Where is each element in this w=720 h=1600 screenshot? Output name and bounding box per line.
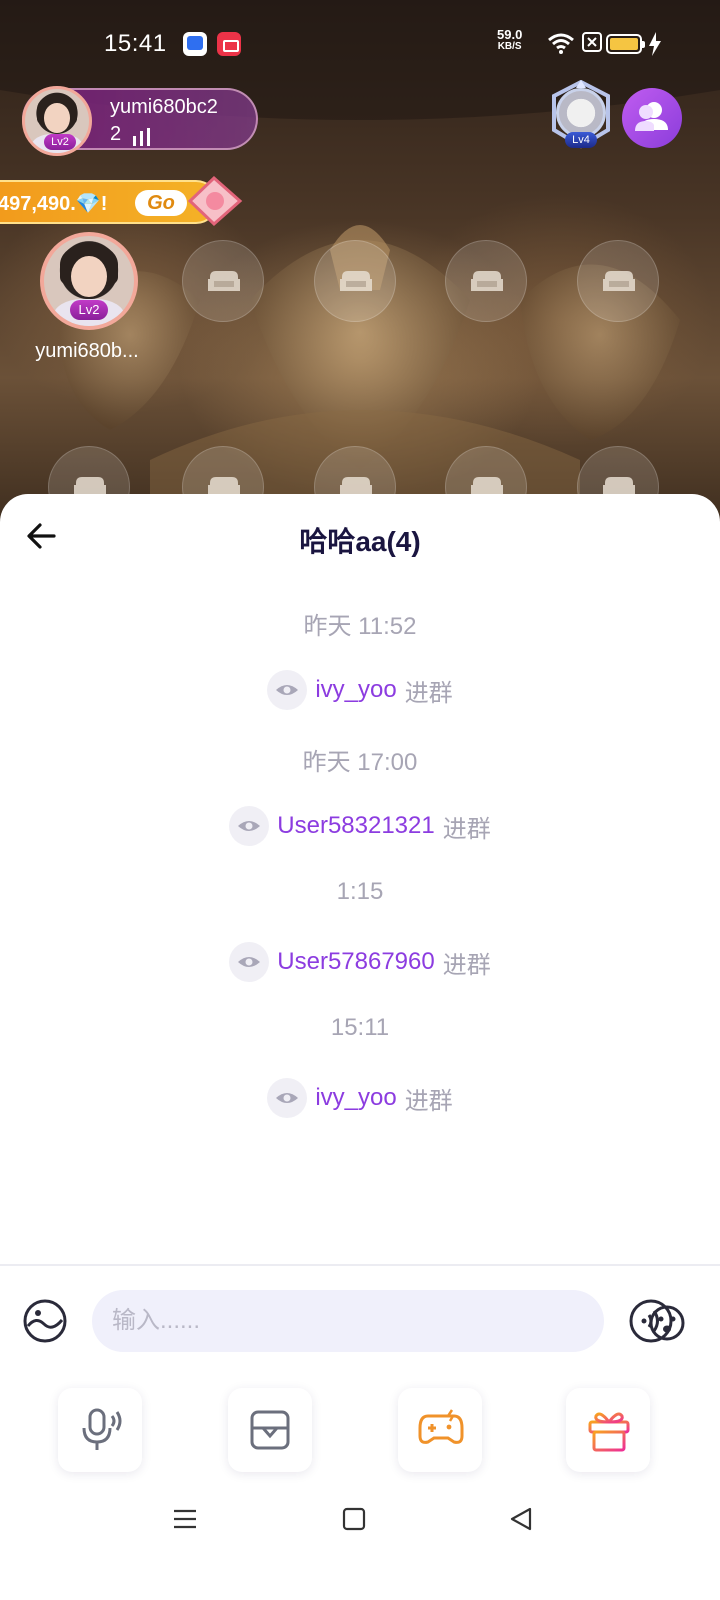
seat-user-name: yumi680b...	[35, 340, 139, 362]
message-timestamp: 1:15	[336, 878, 384, 905]
eye-icon	[229, 942, 270, 982]
battery-icon	[606, 34, 645, 54]
wing-decoration-icon	[187, 175, 243, 227]
charging-icon	[649, 32, 661, 56]
game-controller-icon	[418, 1409, 464, 1444]
network-speed: 59.0 KB/S	[497, 27, 523, 53]
message-input-row	[0, 1290, 720, 1352]
join-user-name[interactable]: User58321321	[277, 812, 434, 840]
empty-seat[interactable]	[445, 240, 527, 322]
wifi-icon	[548, 33, 574, 54]
sofa-icon	[471, 271, 503, 291]
members-button[interactable]	[622, 88, 682, 148]
image-picker-icon[interactable]	[22, 1298, 68, 1344]
home-square-icon[interactable]	[341, 1506, 367, 1532]
join-action: 进群	[442, 951, 491, 979]
empty-seat[interactable]	[182, 240, 264, 322]
message-input[interactable]	[112, 1290, 532, 1352]
album-button[interactable]	[228, 1388, 312, 1472]
mic-seat-1[interactable]: Lv2	[40, 232, 138, 330]
screen-record-icon	[217, 32, 241, 56]
eye-icon	[267, 670, 308, 710]
message-timestamp: 昨天 11:52	[303, 613, 417, 640]
join-notice: User57867960 进群	[0, 942, 720, 982]
seat-level-badge: Lv2	[70, 300, 108, 320]
voice-input-icon[interactable]	[628, 1298, 674, 1344]
empty-seat[interactable]	[577, 240, 659, 322]
join-action: 进群	[404, 1087, 453, 1115]
banner-go-button[interactable]: Go	[135, 190, 187, 216]
input-divider	[0, 1264, 720, 1266]
room-level-badge[interactable]: Lv4	[546, 80, 616, 154]
game-button[interactable]	[398, 1388, 482, 1472]
message-timestamp: 昨天 17:00	[302, 749, 418, 776]
back-triangle-icon[interactable]	[508, 1506, 534, 1532]
join-action: 进群	[442, 815, 491, 843]
signal-bars-icon	[133, 128, 150, 146]
empty-seat[interactable]	[314, 240, 396, 322]
mug-icon	[556, 88, 606, 138]
room-level-label: Lv4	[565, 132, 597, 148]
join-user-name[interactable]: ivy_yoo	[315, 676, 396, 704]
album-icon	[250, 1410, 290, 1450]
gift-button[interactable]	[566, 1388, 650, 1472]
host-level-badge: Lv2	[44, 134, 76, 150]
eye-icon	[267, 1078, 308, 1118]
join-user-name[interactable]: ivy_yoo	[315, 1084, 396, 1112]
people-icon	[635, 102, 668, 131]
status-bar: 15:41 59.0 KB/S	[0, 20, 720, 68]
group-chat-sheet: 哈哈aa(4) 昨天 11:52 ivy_yoo 进群 昨天 17:00 Use…	[0, 494, 720, 1600]
net-speed-unit: KB/S	[497, 41, 522, 52]
join-action: 进群	[404, 679, 453, 707]
gift-icon	[588, 1412, 630, 1452]
join-notice: ivy_yoo 进群	[0, 1078, 720, 1118]
join-notice: ivy_yoo 进群	[0, 670, 720, 710]
no-sim-icon	[582, 32, 602, 52]
menu-icon[interactable]	[172, 1506, 198, 1532]
host-online-count: 2	[110, 123, 122, 145]
banner-text: 497,490.💎!	[0, 193, 108, 215]
message-input-box[interactable]	[92, 1290, 685, 1352]
sofa-icon	[603, 271, 635, 291]
chat-title: 哈哈aa(4)	[299, 526, 421, 557]
baidu-app-icon	[183, 32, 207, 56]
join-user-name[interactable]: User57867960	[277, 948, 434, 976]
net-speed-value: 59.0	[497, 27, 523, 42]
mic-button[interactable]	[58, 1388, 142, 1472]
system-nav-bar	[0, 1494, 720, 1554]
sofa-icon	[208, 271, 240, 291]
host-name: yumi680bc2	[110, 96, 218, 118]
join-notice: User58321321 进群	[0, 806, 720, 846]
sofa-icon	[340, 271, 372, 291]
mic-icon	[82, 1408, 122, 1450]
status-time: 15:41	[104, 30, 167, 57]
message-timestamp: 15:11	[330, 1014, 390, 1041]
eye-icon	[229, 806, 270, 846]
host-info-pill[interactable]: Lv2 yumi680bc2 2	[22, 86, 258, 156]
